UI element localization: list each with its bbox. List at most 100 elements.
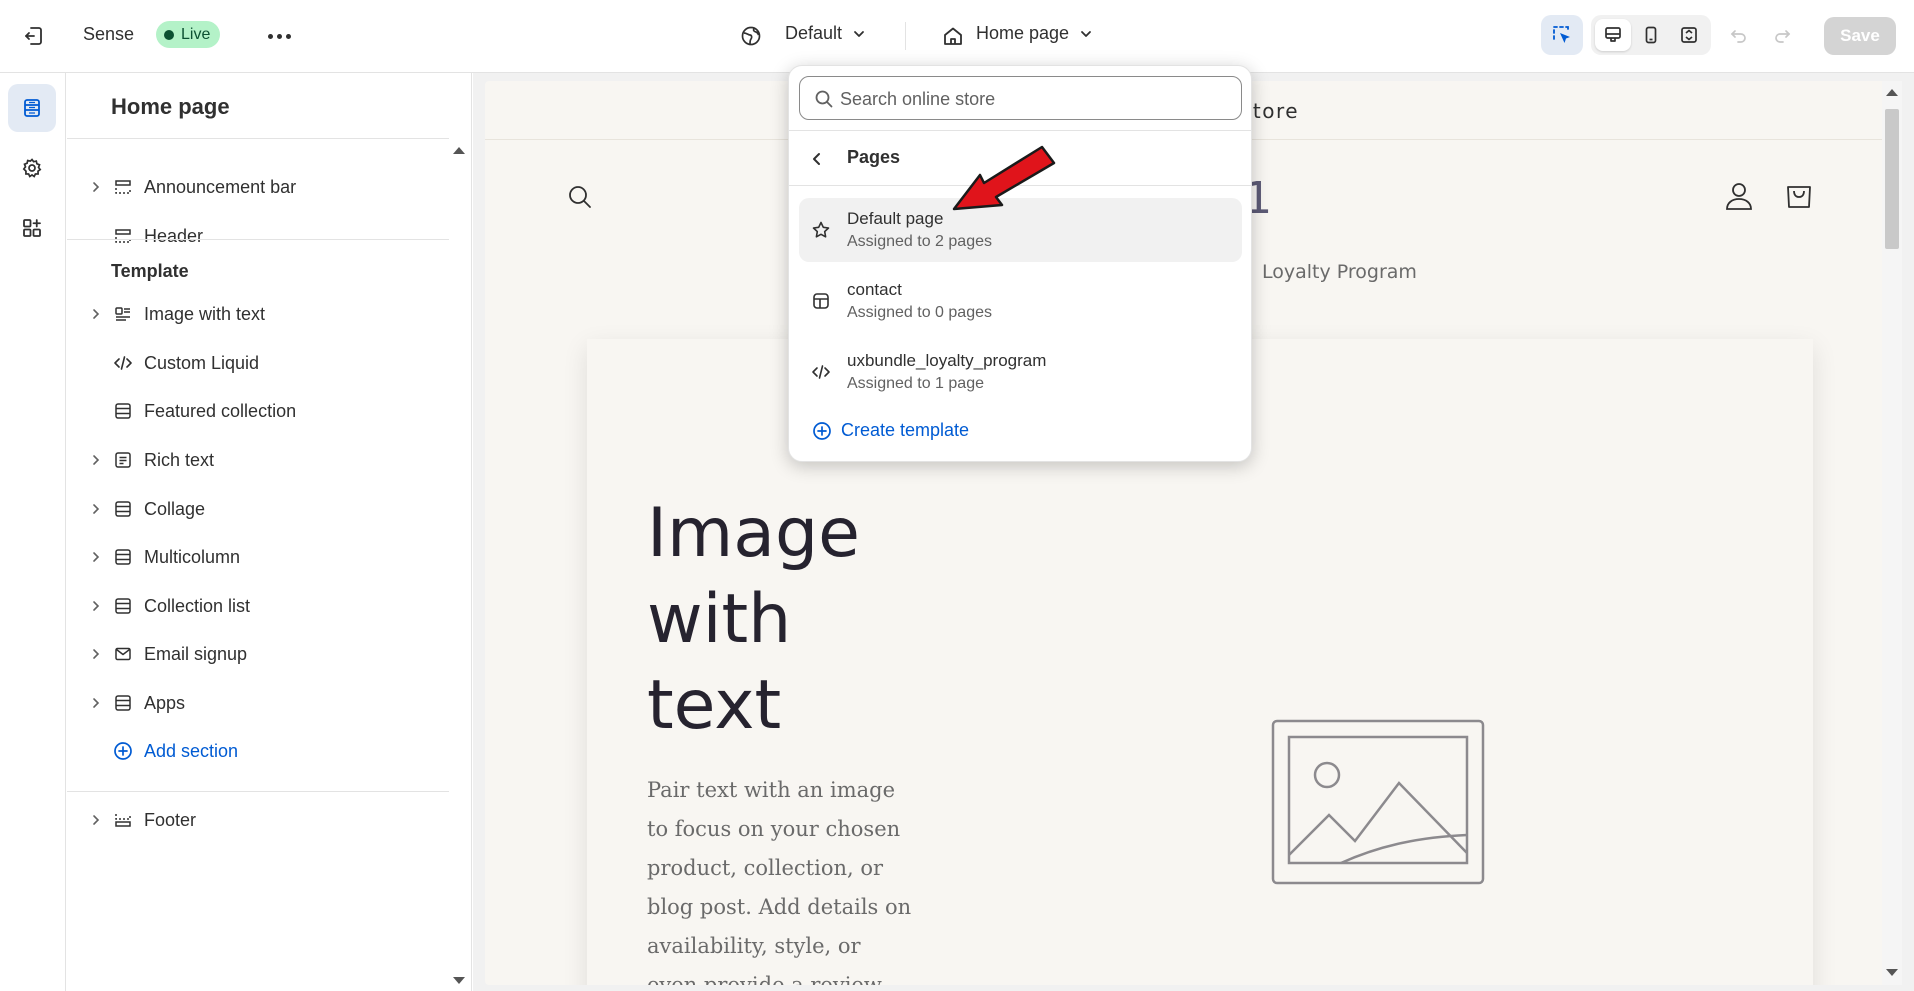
template-picker-popover: Pages Default page Assigned to 2 pages c… [788,65,1252,462]
chevron-right-icon[interactable] [89,307,103,321]
scroll-up-arrow[interactable] [453,147,465,154]
sections-icon [24,99,40,117]
divider [67,138,449,139]
exit-button[interactable] [18,20,50,52]
scroll-up-arrow[interactable] [1886,89,1898,96]
app-embeds-button[interactable] [8,204,56,252]
search-field[interactable] [799,76,1242,120]
page-selector[interactable]: Home page [976,23,1093,44]
top-bar: Sense Live Default Home page Save [0,0,1914,73]
desktop-icon [1605,27,1621,42]
sidebar-item-header[interactable]: Header [67,216,449,256]
sidebar-item-featured-collection[interactable]: Featured collection [67,391,449,431]
template-assigned-count: Assigned to 2 pages [847,233,992,250]
live-dot-icon [164,29,174,40]
chevron-right-icon[interactable] [89,696,103,710]
create-template-button[interactable]: Create template [812,420,969,441]
home-icon[interactable] [939,22,967,50]
inspector-button[interactable] [1541,15,1583,55]
search-input[interactable] [840,85,1230,113]
divider [67,239,449,240]
sections-button[interactable] [8,84,56,132]
desktop-view-button[interactable] [1595,19,1631,51]
live-badge-label: Live [181,25,211,43]
chevron-right-icon[interactable] [89,647,103,661]
section-icon [113,401,133,421]
scroll-down-arrow[interactable] [453,977,465,984]
chevron-right-icon[interactable] [89,550,103,564]
sidebar-item-custom-liquid[interactable]: Custom Liquid [67,343,449,383]
section-body-text: Pair text with an image to focus on your… [647,778,912,985]
sidebar-item-label: Email signup [144,643,248,664]
chevron-right-icon[interactable] [89,502,103,516]
gear-icon [22,158,42,178]
sidebar-item-email-signup[interactable]: Email signup [67,634,449,674]
sidebar-item-rich-text[interactable]: Rich text [67,440,449,480]
plus-circle-icon [113,741,133,761]
sidebar-item-announcement-bar[interactable]: Announcement bar [67,167,449,207]
layout-icon [113,226,133,246]
dot [285,33,291,39]
save-button[interactable]: Save [1824,17,1896,55]
sidebar-item-collage[interactable]: Collage [67,489,449,529]
sidebar-item-label: Collage [144,498,206,519]
redo-button[interactable] [1768,22,1796,50]
sidebar-item-label: Collection list [144,595,251,616]
create-template-label: Create template [841,420,970,440]
sidebar-item-label: Announcement bar [144,176,297,197]
search-icon[interactable] [567,184,593,215]
cart-icon[interactable] [1784,181,1814,216]
text-block-icon [113,450,133,470]
chevron-right-icon[interactable] [89,599,103,613]
redo-icon [1775,30,1791,43]
globe-icon[interactable] [737,22,765,50]
sidebar-item-label: Custom Liquid [144,352,260,373]
layout-icon [113,810,133,830]
chevron-right-icon[interactable] [89,813,103,827]
account-icon[interactable] [1725,181,1753,216]
image-with-text-icon [113,304,133,324]
chevron-down-icon [1081,30,1091,37]
sidebar-item-footer[interactable]: Footer [67,800,449,840]
template-assigned-count: Assigned to 0 pages [847,304,992,321]
pages-section-title: Pages [847,147,901,167]
nav-link-loyalty-program[interactable]: Loyalty Program [1262,261,1417,283]
chevron-right-icon[interactable] [89,180,103,194]
template-name: uxbundle_loyalty_program [847,351,1047,370]
sidebar-item-image-with-text[interactable]: Image with text [67,294,449,334]
search-icon [815,90,833,108]
template-selector[interactable]: Default [785,23,866,44]
section-icon [113,547,133,567]
mobile-icon [1645,26,1657,44]
email-icon [113,644,133,664]
exit-icon [25,27,42,45]
sidebar-item-label: Rich text [144,449,215,470]
fullscreen-view-button[interactable] [1671,19,1707,51]
code-icon [811,362,831,382]
add-section-button[interactable]: Add section [67,731,449,771]
chevron-down-icon [854,30,864,37]
template-icon [811,291,831,311]
apps-icon [23,219,41,237]
template-option-uxbundle-loyalty-program[interactable]: uxbundle_loyalty_program Assigned to 1 p… [799,340,1242,404]
section-heading: Image with text [647,494,860,745]
divider [905,22,906,50]
sections-sidebar: Home page Announcement bar Header Templa… [67,73,472,991]
chevron-right-icon[interactable] [89,453,103,467]
template-option-contact[interactable]: contact Assigned to 0 pages [799,269,1242,333]
sidebar-item-label: Apps [144,692,186,713]
mobile-view-button[interactable] [1633,19,1669,51]
sidebar-item-collection-list[interactable]: Collection list [67,586,449,626]
sidebar-item-label: Footer [144,809,197,830]
sidebar-item-apps[interactable]: Apps [67,683,449,723]
more-actions-button[interactable] [262,20,296,52]
sidebar-item-multicolumn[interactable]: Multicolumn [67,537,449,577]
theme-settings-button[interactable] [8,144,56,192]
scroll-down-arrow[interactable] [1886,969,1898,976]
divider [789,130,1251,131]
scrollbar-thumb[interactable] [1885,109,1899,249]
back-button[interactable] [805,147,829,171]
undo-button[interactable] [1725,22,1753,50]
theme-name: Sense [83,24,135,44]
preview-scrollbar[interactable] [1882,81,1902,985]
